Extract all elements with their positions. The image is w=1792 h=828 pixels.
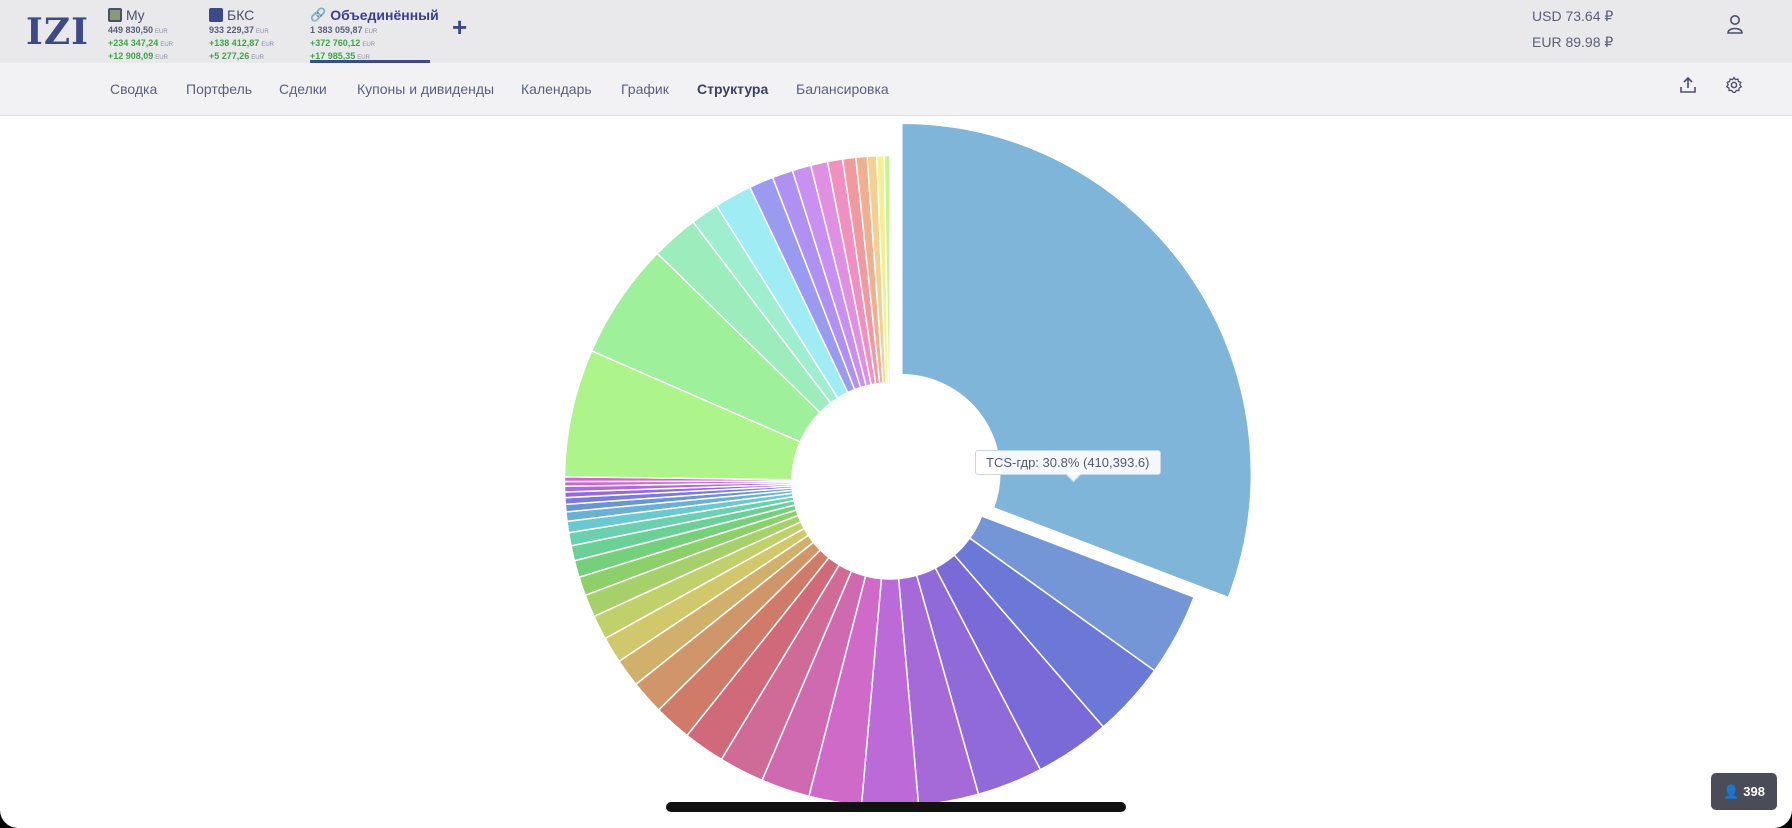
currency-label: EUR <box>155 29 168 35</box>
account-total: 449 830,50 <box>108 25 154 35</box>
nav-calendar[interactable]: Календарь <box>521 81 592 97</box>
main-navigation: Сводка Портфель Сделки Купоны и дивиденд… <box>0 63 1792 116</box>
account-tab-combined[interactable]: 🔗 Объединённый 1 383 059,87 EUR +372 760,… <box>310 7 439 63</box>
nav-rebalancing[interactable]: Балансировка <box>796 81 889 97</box>
nav-structure[interactable]: Структура <box>697 81 768 97</box>
account-change: +138 412,87 <box>209 38 260 48</box>
gear-icon[interactable] <box>1725 76 1743 94</box>
currency-label: EUR <box>160 42 173 48</box>
nav-portfolio[interactable]: Портфель <box>186 81 252 97</box>
app-logo[interactable]: IZI <box>26 11 89 53</box>
currency-label: EUR <box>155 55 168 61</box>
currency-label: EUR <box>261 42 274 48</box>
donut-chart[interactable] <box>0 116 1792 828</box>
bks-logo-icon <box>209 8 223 22</box>
account-day-change: +12 908,09 <box>108 51 154 61</box>
counter-value: 398 <box>1743 784 1765 799</box>
currency-label: EUR <box>251 55 264 61</box>
add-account-button[interactable]: + <box>452 12 467 43</box>
nav-coupons-dividends[interactable]: Купоны и дивиденды <box>357 81 494 97</box>
account-day-change: +5 277,26 <box>209 51 250 61</box>
nav-summary[interactable]: Сводка <box>110 81 157 97</box>
chart-slice-highlighted[interactable] <box>900 122 1253 600</box>
nav-chart[interactable]: График <box>621 81 669 97</box>
currency-label: EUR <box>256 29 269 35</box>
currency-label: EUR <box>364 29 378 35</box>
usd-rate: USD 73.64 ₽ <box>1532 8 1614 24</box>
user-icon[interactable] <box>1726 14 1744 34</box>
account-change: +372 760,12 <box>310 38 361 48</box>
account-total: 933 229,37 <box>209 25 255 35</box>
online-counter-badge[interactable]: 👤 398 <box>1711 773 1777 810</box>
nav-deals[interactable]: Сделки <box>279 81 327 97</box>
account-tab-my[interactable]: My 449 830,50 EUR +234 347,24 EUR +12 908,… <box>108 7 173 61</box>
export-icon[interactable] <box>1679 76 1697 94</box>
top-header: IZI My 449 830,50 EUR +234 347,24 EUR +12 … <box>0 0 1792 63</box>
account-total: 1 383 059,87 <box>310 25 363 35</box>
account-tab-bks[interactable]: БКС 933 229,37 EUR +138 412,87 EUR +5 277,… <box>209 7 274 61</box>
currency-label: EUR <box>362 42 375 48</box>
account-change: +234 347,24 <box>108 38 159 48</box>
account-name: My <box>126 7 145 23</box>
home-indicator <box>666 802 1126 812</box>
account-name: БКС <box>227 7 255 23</box>
chart-tooltip: TCS-гдр: 30.8% (410,393.6) <box>975 450 1161 475</box>
structure-chart-area: TCS-гдр: 30.8% (410,393.6) <box>0 116 1792 828</box>
link-icon: 🔗 <box>310 7 327 22</box>
eur-rate: EUR 89.98 ₽ <box>1532 34 1614 50</box>
app-window: IZI My 449 830,50 EUR +234 347,24 EUR +12 … <box>0 0 1792 828</box>
person-icon: 👤 <box>1723 783 1740 799</box>
portfolio-icon <box>108 8 122 22</box>
account-name: Объединённый <box>330 7 439 23</box>
